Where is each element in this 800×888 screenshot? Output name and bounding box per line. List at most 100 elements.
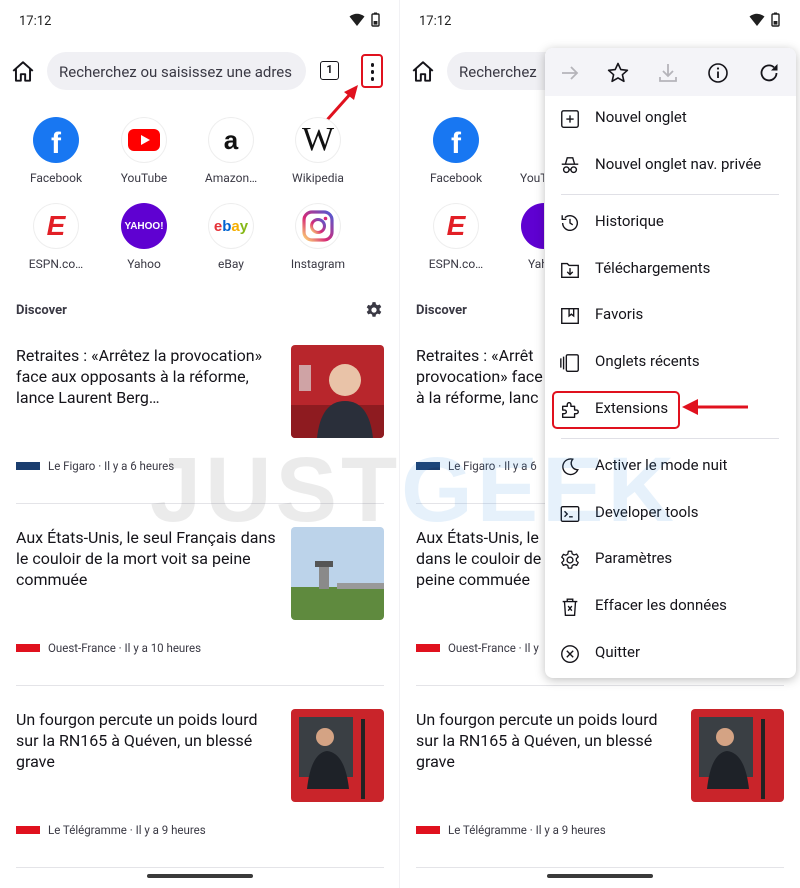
le-telegramme-logo	[16, 826, 40, 834]
amazon-icon: a	[208, 117, 254, 163]
wifi-icon	[749, 13, 765, 26]
terminal-icon	[560, 505, 580, 523]
story-source: Ouest-France · Il y a 10 heures	[48, 641, 202, 655]
yahoo-icon: YAHOO!	[121, 203, 167, 249]
red-arrow-annotation	[682, 399, 748, 415]
menu-action-bar	[545, 48, 796, 96]
downloads-icon	[561, 262, 579, 279]
story-thumbnail	[291, 345, 384, 438]
history-icon	[561, 215, 578, 232]
url-placeholder: Recherchez	[459, 63, 537, 81]
shortcut-youtube[interactable]: YouT	[504, 117, 544, 185]
status-time: 17:12	[419, 14, 452, 29]
menu-item-private-tab[interactable]: Nouvel onglet nav. privée	[545, 144, 796, 188]
new-tab-icon	[561, 110, 579, 128]
shortcut-ebay[interactable]: ebay eBay	[191, 203, 271, 271]
battery-icon	[771, 12, 780, 27]
story-thumbnail	[691, 709, 784, 802]
story-title: Aux États-Unis, le seul Français dans le…	[16, 528, 276, 589]
gesture-nav-handle[interactable]	[147, 874, 253, 878]
divider	[16, 685, 384, 686]
shortcut-wikipedia[interactable]: W Wikipedia	[278, 117, 358, 185]
home-icon[interactable]	[410, 59, 436, 85]
espn-icon: E	[433, 203, 479, 249]
menu-item-quit[interactable]: Quitter	[545, 632, 796, 676]
settings-icon	[561, 550, 579, 569]
bookmarks-icon	[561, 307, 579, 325]
story-card[interactable]: Retraites : «Arrêtez la provocation» fac…	[0, 345, 400, 527]
private-tab-icon	[561, 157, 579, 174]
espn-icon: E	[33, 203, 79, 249]
shortcut-facebook[interactable]: f Facebook	[16, 117, 96, 185]
le-figaro-logo	[416, 462, 440, 470]
quit-icon	[561, 645, 579, 663]
status-bar: 17:12	[400, 0, 800, 42]
menu-item-history[interactable]: Historique	[545, 201, 796, 245]
menu-item-new-tab[interactable]: Nouvel onglet	[545, 97, 796, 141]
download-icon[interactable]	[656, 61, 680, 85]
browser-toolbar: Recherchez ou saisissez une adres 1	[0, 50, 400, 121]
menu-item-night-mode[interactable]: Activer le mode nuit	[545, 445, 796, 489]
story-source: Le Télégramme · Il y a 9 heures	[48, 823, 206, 837]
divider	[416, 685, 784, 686]
story-source: Ouest-France · Il y	[448, 641, 539, 655]
menu-item-developer-tools[interactable]: Developer tools	[545, 492, 796, 536]
menu-item-clear-data[interactable]: Effacer les données	[545, 585, 796, 629]
story-source: Le Figaro · Il y a 6 heures	[48, 459, 175, 473]
discover-heading: Discover	[416, 303, 467, 318]
wifi-icon	[349, 13, 365, 26]
story-title: Retraites : «Arrêtez la provocation» fac…	[16, 346, 263, 407]
url-bar[interactable]: Recherchez ou saisissez une adres	[47, 52, 306, 90]
discover-heading: Discover	[16, 303, 67, 318]
instagram-icon	[295, 203, 341, 249]
story-card[interactable]: Un fourgon percute un poids lourd sur la…	[0, 709, 400, 888]
story-thumbnail	[291, 709, 384, 802]
recent-tabs-icon	[560, 354, 579, 372]
tabs-counter-button[interactable]: 1	[320, 61, 339, 80]
story-thumbnail	[291, 527, 384, 620]
menu-item-settings[interactable]: Paramètres	[545, 538, 796, 582]
ouest-france-logo	[416, 644, 440, 652]
menu-item-downloads[interactable]: Téléchargements	[545, 248, 796, 292]
story-source: Le Figaro · Il y a 6	[448, 459, 537, 473]
youtube-icon	[121, 117, 167, 163]
shortcut-youtube[interactable]: YouTube	[104, 117, 184, 185]
shortcut-instagram[interactable]: Instagram	[278, 203, 358, 271]
forward-arrow-icon[interactable]	[558, 61, 582, 85]
star-icon[interactable]	[606, 61, 630, 85]
menu-button[interactable]	[361, 54, 383, 88]
night-mode-icon	[562, 458, 579, 476]
story-card[interactable]: Un fourgon percute un poids lourd sur la …	[400, 709, 800, 888]
shortcut-yahoo[interactable]: Yah	[504, 203, 544, 271]
shortcut-espn[interactable]: E ESPN.co…	[16, 203, 96, 271]
menu-divider	[561, 194, 779, 195]
shortcut-yahoo[interactable]: YAHOO! Yahoo	[104, 203, 184, 271]
info-icon[interactable]	[706, 61, 730, 85]
browser-menu: Nouvel onglet Nouvel onglet nav. privée …	[545, 48, 796, 678]
divider	[416, 867, 784, 868]
ebay-icon: ebay	[208, 203, 254, 249]
menu-item-recent-tabs[interactable]: Onglets récents	[545, 341, 796, 385]
right-screen: 17:12 Recherchez f Facebook YouT E ESPN.…	[400, 0, 800, 888]
home-icon[interactable]	[10, 59, 36, 85]
story-source: Le Télégramme · Il y a 9 heures	[448, 823, 606, 837]
shortcut-amazon[interactable]: a Amazon…	[191, 117, 271, 185]
facebook-icon: f	[33, 117, 79, 163]
status-time: 17:12	[19, 14, 52, 29]
shortcut-facebook[interactable]: f Facebook	[416, 117, 496, 185]
facebook-icon: f	[433, 117, 479, 163]
reload-icon[interactable]	[757, 61, 781, 85]
shortcut-espn[interactable]: E ESPN.co…	[416, 203, 496, 271]
ouest-france-logo	[16, 644, 40, 652]
divider	[16, 867, 384, 868]
divider	[16, 503, 384, 504]
menu-item-bookmarks[interactable]: Favoris	[545, 294, 796, 338]
story-card[interactable]: Aux États-Unis, le seul Français dans le…	[0, 527, 400, 709]
clear-data-icon	[562, 598, 578, 616]
left-screen: 17:12 Recherchez ou saisissez une adres …	[0, 0, 400, 888]
yahoo-icon	[521, 203, 544, 249]
gear-icon[interactable]	[365, 301, 383, 319]
wikipedia-icon: W	[295, 117, 341, 163]
le-telegramme-logo	[416, 826, 440, 834]
gesture-nav-handle[interactable]	[547, 874, 653, 878]
